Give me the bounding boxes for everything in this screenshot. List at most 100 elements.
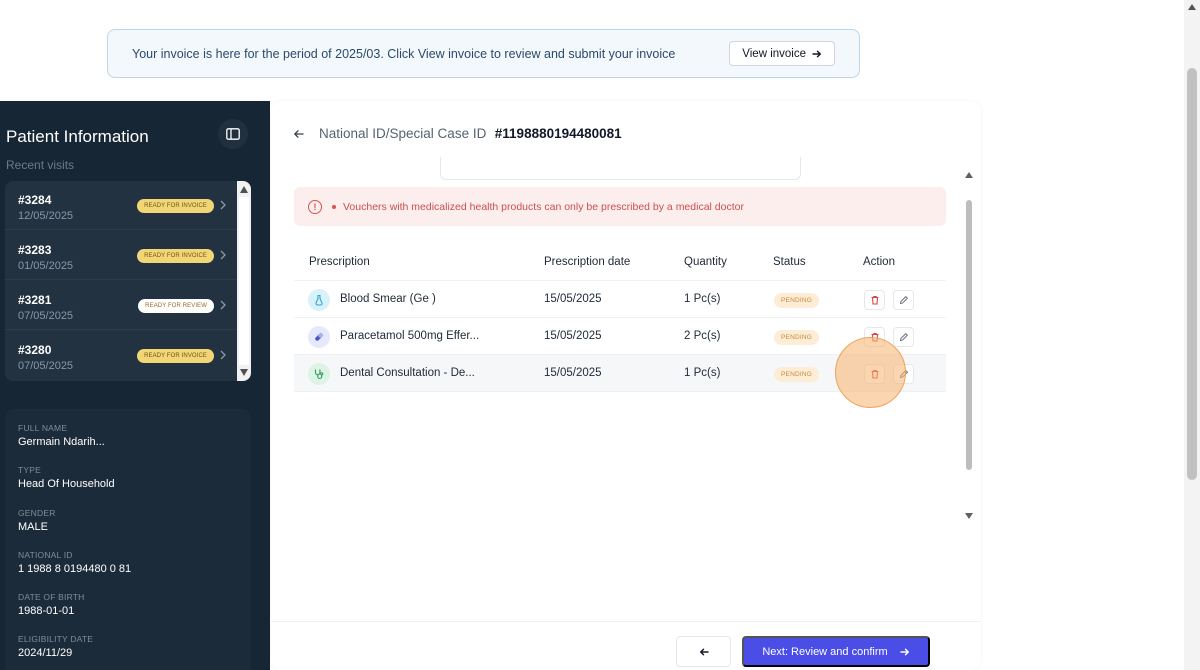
back-arrow-icon[interactable] [293, 128, 305, 140]
prescription-name: Paracetamol 500mg Effer... [340, 330, 480, 342]
column-header-date: Prescription date [544, 256, 631, 268]
invoice-banner: Your invoice is here for the period of 2… [107, 29, 860, 78]
prescription-quantity: 1 Pc(s) [684, 293, 721, 305]
column-header-quantity: Quantity [684, 256, 727, 268]
edit-button[interactable] [893, 290, 914, 310]
visit-item[interactable]: #3281 07/05/2025 READY FOR REVIEW [5, 281, 237, 330]
detail-value: MALE [18, 521, 48, 533]
edit-button[interactable] [893, 327, 914, 347]
prescription-date: 15/05/2025 [544, 293, 602, 305]
next-review-button[interactable]: Next: Review and confirm [742, 636, 930, 667]
visit-id: #3281 [18, 293, 52, 307]
sidebar-panel-icon [226, 128, 240, 140]
detail-label: NATIONAL ID [18, 550, 73, 560]
visits-scroll-thumb[interactable] [239, 197, 249, 365]
scroll-up-arrow-icon[interactable] [965, 172, 973, 178]
detail-value: Head Of Household [18, 478, 115, 490]
visit-item[interactable]: #3284 12/05/2025 READY FOR INVOICE [5, 181, 237, 230]
status-badge: PENDING [774, 293, 820, 308]
delete-button[interactable] [864, 290, 885, 310]
visit-id: #3283 [18, 243, 52, 257]
visits-scrollbar[interactable] [237, 181, 251, 381]
prescription-date: 15/05/2025 [544, 367, 602, 379]
detail-label: ELIGIBILITY DATE [18, 634, 94, 644]
sidebar-title: Patient Information [6, 127, 149, 146]
view-invoice-button[interactable]: View invoice [729, 41, 835, 66]
chevron-right-icon [220, 250, 226, 260]
chevron-right-icon [220, 350, 226, 360]
arrow-right-icon [812, 50, 821, 57]
detail-value: 2024/11/29 [18, 647, 73, 659]
page-scroll-thumb[interactable] [1187, 68, 1197, 480]
column-header-status: Status [773, 256, 806, 268]
scroll-up-arrow-icon[interactable] [240, 186, 248, 193]
chevron-right-icon [220, 200, 226, 210]
case-id-value: #1198880194480081 [494, 126, 622, 141]
page: Your invoice is here for the period of 2… [0, 0, 1200, 670]
detail-date-of-birth: DATE OF BIRTH 1988-01-01 [18, 592, 85, 617]
table-row[interactable]: Blood Smear (Ge ) 15/05/2025 1 Pc(s) PEN… [294, 281, 946, 318]
visit-status-badge: READY FOR INVOICE [137, 249, 214, 263]
arrow-right-icon [899, 648, 909, 655]
prescription-name: Dental Consultation - De... [340, 367, 475, 379]
column-header-action: Action [863, 256, 895, 268]
scroll-down-arrow-icon[interactable] [965, 513, 973, 519]
back-button[interactable] [676, 636, 731, 667]
panel-scrollbar[interactable] [963, 168, 977, 523]
search-input[interactable] [440, 157, 801, 180]
bullet-dot [332, 204, 336, 209]
table-header: Prescription Prescription date Quantity … [294, 244, 946, 281]
detail-national-id: NATIONAL ID 1 1988 8 0194480 0 81 [18, 550, 131, 575]
pill-icon [308, 326, 330, 348]
sidebar-toggle-button[interactable] [218, 119, 248, 149]
status-badge: PENDING [774, 330, 820, 345]
panel-header: National ID/Special Case ID #11988801944… [293, 125, 622, 143]
detail-full-name: FULL NAME Germain Ndarih... [18, 423, 105, 448]
detail-eligibility-date: ELIGIBILITY DATE 2024/11/29 [18, 634, 93, 659]
alert-circle-icon: ! [308, 199, 322, 214]
detail-label: GENDER [18, 508, 56, 518]
page-title: National ID/Special Case ID #11988801944… [319, 125, 622, 143]
chevron-right-icon [220, 300, 226, 310]
detail-type: TYPE Head Of Household [18, 465, 115, 490]
detail-value: 1 1988 8 0194480 0 81 [18, 563, 132, 575]
scroll-up-arrow-icon[interactable] [1188, 4, 1196, 10]
prescription-date: 15/05/2025 [544, 330, 602, 342]
detail-label: FULL NAME [18, 423, 68, 433]
detail-gender: GENDER MALE [18, 508, 56, 533]
visit-date: 07/05/2025 [18, 310, 74, 322]
visit-status-badge: READY FOR REVIEW [138, 299, 214, 313]
status-badge: PENDING [774, 367, 820, 382]
test-tube-icon [308, 289, 330, 311]
prescription-quantity: 2 Pc(s) [684, 330, 721, 342]
stethoscope-icon [308, 363, 330, 385]
page-scrollbar[interactable] [1184, 0, 1200, 670]
prescription-name: Blood Smear (Ge ) [340, 293, 436, 305]
trash-icon [871, 295, 878, 305]
recent-visits-list: #3284 12/05/2025 READY FOR INVOICE #3283… [5, 181, 251, 381]
column-header-prescription: Prescription [309, 256, 370, 268]
arrow-left-icon [699, 648, 709, 655]
view-invoice-label: View invoice [742, 47, 806, 60]
next-review-label: Next: Review and confirm [762, 645, 888, 658]
visit-id: #3280 [18, 343, 52, 357]
visit-status-badge: READY FOR INVOICE [137, 199, 214, 213]
detail-value: Germain Ndarih... [18, 436, 105, 448]
patient-sidebar: Patient Information Recent visits #3284 … [0, 101, 270, 670]
visit-date: 12/05/2025 [18, 210, 74, 222]
scroll-down-arrow-icon[interactable] [240, 369, 248, 376]
visit-item[interactable]: #3283 01/05/2025 READY FOR INVOICE [5, 231, 237, 280]
pencil-icon [899, 295, 908, 305]
patient-details: FULL NAME Germain Ndarih... TYPE Head Of… [5, 409, 251, 670]
detail-label: TYPE [18, 465, 42, 475]
detail-label: DATE OF BIRTH [18, 592, 85, 602]
invoice-banner-text: Your invoice is here for the period of 2… [132, 46, 676, 61]
visit-item[interactable]: #3280 07/05/2025 READY FOR INVOICE [5, 331, 237, 380]
error-alert: ! Vouchers with medicalized health produ… [294, 187, 946, 226]
panel-scroll-thumb[interactable] [966, 200, 972, 470]
click-highlight [835, 337, 906, 408]
visit-status-badge: READY FOR INVOICE [137, 349, 214, 363]
recent-visits-label: Recent visits [6, 158, 75, 172]
detail-value: 1988-01-01 [18, 605, 75, 617]
visit-id: #3284 [18, 193, 52, 207]
